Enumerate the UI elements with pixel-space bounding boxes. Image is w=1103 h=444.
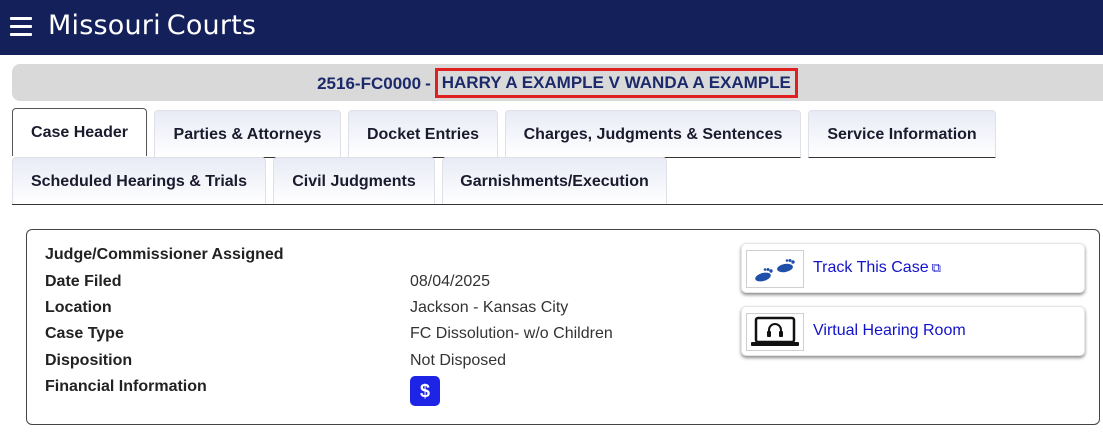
case-style: HARRY A EXAMPLE V WANDA A EXAMPLE: [434, 68, 798, 98]
case-type-row: Case Type FC Dissolution- w/o Children: [45, 325, 613, 343]
location-row: Location Jackson - Kansas City: [45, 299, 568, 317]
hamburger-icon[interactable]: [10, 17, 32, 37]
virtual-hearing-room-label[interactable]: Virtual Hearing Room: [813, 322, 966, 340]
location-label: Location: [45, 299, 112, 316]
brand-missouri: Missouri: [48, 10, 161, 41]
case-header-panel: Judge/Commissioner Assigned Date Filed 0…: [26, 229, 1100, 425]
disposition-row: Disposition Not Disposed: [45, 352, 506, 370]
laptop-headset-icon: [746, 313, 804, 351]
location-value: Jackson - Kansas City: [410, 299, 569, 316]
tab-civil-judgments[interactable]: Civil Judgments: [273, 157, 435, 205]
disposition-label: Disposition: [45, 352, 133, 369]
judge-row: Judge/Commissioner Assigned: [45, 246, 284, 264]
tab-docket-entries[interactable]: Docket Entries: [348, 110, 498, 158]
tab-charges-judgments-sentences[interactable]: Charges, Judgments & Sentences: [505, 110, 801, 158]
track-case-link[interactable]: Track This Case ⧉: [813, 259, 941, 277]
financial-info-button[interactable]: $: [410, 376, 440, 406]
footprints-icon: [746, 250, 804, 288]
tab-service-information[interactable]: Service Information: [808, 110, 996, 158]
tab-parties-attorneys[interactable]: Parties & Attorneys: [154, 110, 341, 158]
tab-scheduled-hearings-trials[interactable]: Scheduled Hearings & Trials: [12, 157, 266, 205]
date-filed-row: Date Filed 08/04/2025: [45, 273, 490, 291]
disposition-value: Not Disposed: [410, 352, 507, 369]
financial-label: Financial Information: [45, 378, 207, 395]
date-filed-value: 08/04/2025: [410, 273, 491, 290]
brand-courts: Courts: [166, 10, 257, 41]
external-link-icon: ⧉: [931, 260, 941, 275]
date-filed-label: Date Filed: [45, 273, 122, 290]
tab-case-header[interactable]: Case Header: [12, 108, 147, 156]
virtual-hearing-room-button[interactable]: Virtual Hearing Room: [741, 306, 1085, 356]
case-type-label: Case Type: [45, 325, 124, 342]
site-brand[interactable]: Missouri Courts: [48, 10, 256, 41]
case-number: 2516-FC0000: [317, 74, 422, 93]
tab-garnishments-execution[interactable]: Garnishments/Execution: [442, 157, 667, 205]
track-case-label: Track This Case: [813, 259, 929, 276]
case-type-value: FC Dissolution- w/o Children: [410, 325, 613, 342]
case-title-bar: 2516-FC0000- HARRY A EXAMPLE V WANDA A EX…: [12, 64, 1103, 101]
judge-label: Judge/Commissioner Assigned: [45, 246, 284, 263]
top-navbar: Missouri Courts: [0, 0, 1103, 55]
financial-row: Financial Information $: [45, 376, 440, 406]
track-case-button[interactable]: Track This Case ⧉: [741, 243, 1085, 293]
tabs-divider: [12, 204, 1103, 205]
case-separator: -: [425, 74, 431, 93]
